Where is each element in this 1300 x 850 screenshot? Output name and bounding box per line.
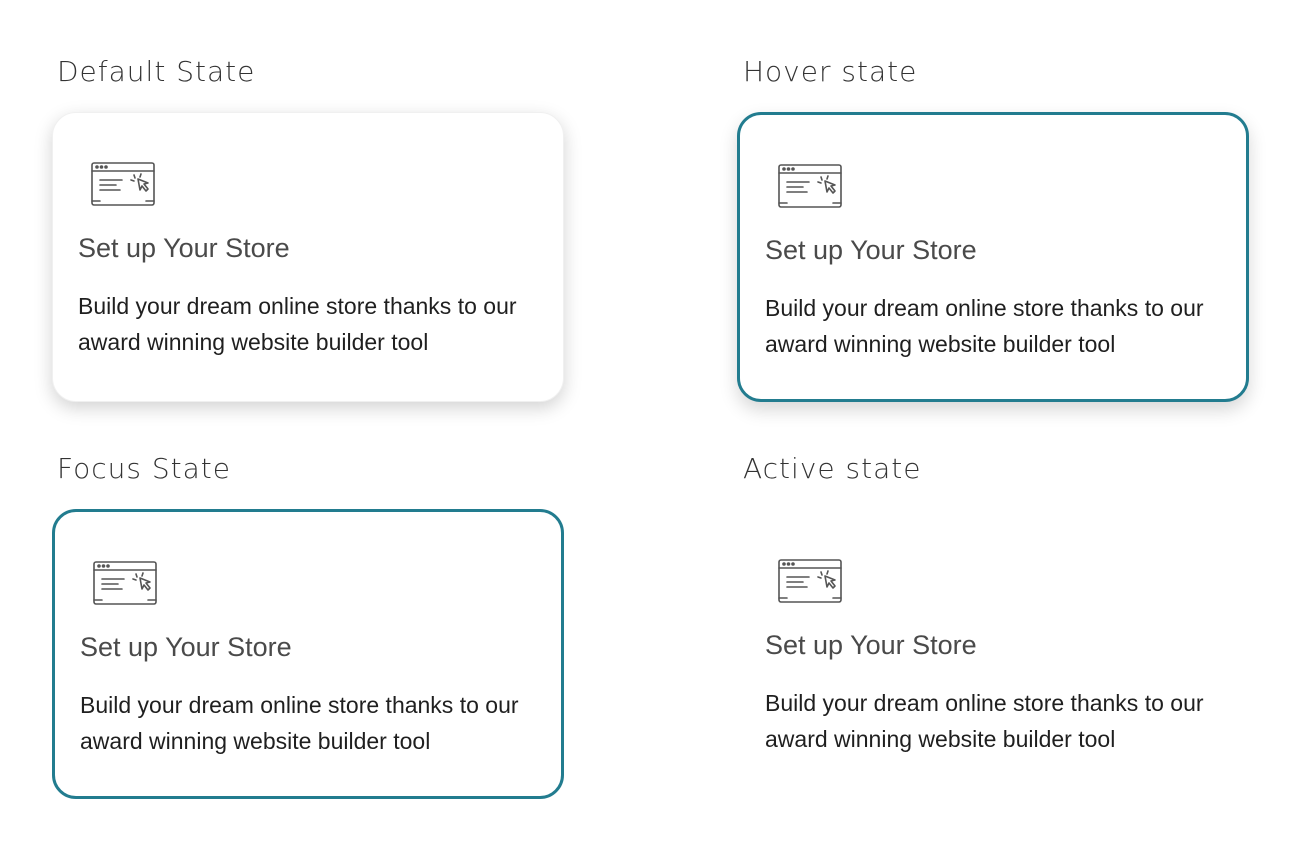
- card-title: Set up Your Store: [78, 233, 290, 263]
- card-focus-state[interactable]: Set up Your Store Build your dream onlin…: [52, 509, 564, 799]
- card-description: Build your dream online store thanks to …: [80, 692, 519, 754]
- card-title: Set up Your Store: [765, 630, 977, 660]
- browser-window-cursor-icon: [778, 164, 842, 208]
- card-hover-state[interactable]: Set up Your Store Build your dream onlin…: [737, 112, 1249, 402]
- card-title: Set up Your Store: [80, 632, 292, 662]
- card-description: Build your dream online store thanks to …: [765, 690, 1204, 752]
- browser-window-cursor-icon: [93, 561, 157, 605]
- hover-state-label: Hover state: [743, 55, 918, 88]
- browser-window-cursor-icon: [778, 559, 842, 603]
- default-state-label: Default State: [57, 55, 256, 88]
- active-state-label: Active state: [743, 452, 922, 485]
- browser-window-cursor-icon: [91, 162, 155, 206]
- card-default-state[interactable]: Set up Your Store Build your dream onlin…: [52, 112, 564, 402]
- card-description: Build your dream online store thanks to …: [78, 293, 517, 355]
- focus-state-label: Focus State: [57, 452, 231, 485]
- card-active-state[interactable]: Set up Your Store Build your dream onlin…: [740, 510, 1252, 800]
- card-title: Set up Your Store: [765, 235, 977, 265]
- card-description: Build your dream online store thanks to …: [765, 295, 1204, 357]
